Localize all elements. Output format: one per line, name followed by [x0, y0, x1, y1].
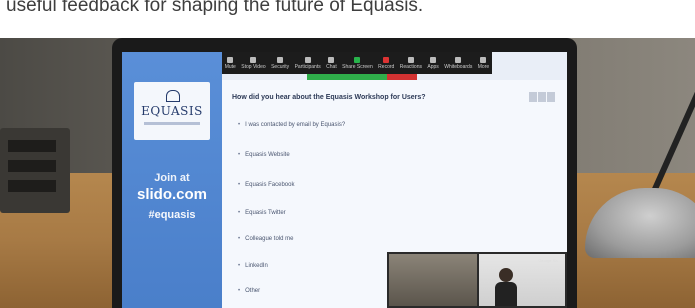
- toolbar-item[interactable]: Reactions: [400, 56, 422, 70]
- poll-control-icon[interactable]: [538, 92, 546, 102]
- equasis-logo: EQUASIS: [134, 82, 210, 140]
- console-slot: [8, 180, 56, 192]
- poll-control-icon[interactable]: [547, 92, 555, 102]
- poll-control-icon[interactable]: [529, 92, 537, 102]
- poll-controls: [529, 92, 555, 102]
- console-slot: [8, 140, 56, 152]
- whiteboard-icon: [455, 56, 462, 63]
- article-caption: useful feedback for shaping the future o…: [0, 0, 695, 38]
- caption-text: useful feedback for shaping the future o…: [6, 0, 424, 16]
- toolbar-item[interactable]: Mute: [225, 56, 236, 70]
- logo-text: EQUASIS: [141, 104, 203, 118]
- shield-icon: [277, 56, 284, 63]
- toolbar-item[interactable]: Record: [378, 56, 394, 70]
- poll-option[interactable]: Equasis Facebook: [238, 182, 294, 188]
- photo: Mute Stop Video Security Participants Ch…: [0, 38, 695, 308]
- share-screen-icon: [354, 56, 361, 63]
- laptop-screen: Mute Stop Video Security Participants Ch…: [122, 52, 567, 308]
- video-thumbnails: George Sa...: [387, 252, 567, 308]
- record-icon: [383, 56, 390, 63]
- toolbar-item[interactable]: Whiteboards: [444, 56, 472, 70]
- chat-icon: [328, 56, 335, 63]
- poll-question: How did you hear about the Equasis Works…: [232, 94, 426, 101]
- logo-arch-icon: [166, 90, 180, 102]
- toolbar-item[interactable]: Share Screen: [342, 56, 373, 70]
- logo-tagline-bar: [144, 122, 200, 125]
- poll-option[interactable]: Other: [238, 288, 260, 294]
- laptop: Mute Stop Video Security Participants Ch…: [112, 38, 577, 308]
- video-icon: [250, 56, 257, 63]
- join-instructions: Join at slido.com #equasis: [122, 172, 222, 221]
- toolbar-item[interactable]: Chat: [326, 56, 337, 70]
- video-participant-person[interactable]: George Sa...: [479, 254, 565, 306]
- join-line-2: slido.com: [136, 186, 207, 203]
- toolbar-item[interactable]: Participants: [295, 56, 321, 70]
- conference-console-left: [0, 128, 70, 213]
- reactions-icon: [407, 56, 414, 63]
- toolbar-item[interactable]: Security: [271, 56, 289, 70]
- people-icon: [304, 56, 311, 63]
- toolbar-item[interactable]: Apps: [427, 56, 439, 70]
- apps-icon: [430, 56, 437, 63]
- poll-option[interactable]: Colleague told me: [238, 236, 293, 242]
- mic-icon: [227, 56, 234, 63]
- poll-option[interactable]: I was contacted by email by Equasis?: [238, 122, 345, 128]
- poll-option[interactable]: LinkedIn: [238, 263, 268, 269]
- join-line-1: Join at: [154, 172, 190, 184]
- participant-head: [499, 268, 513, 282]
- meeting-toolbar: Mute Stop Video Security Participants Ch…: [222, 52, 492, 74]
- participant-name: George Sa...: [538, 258, 561, 263]
- toolbar-item[interactable]: Stop Video: [241, 56, 266, 70]
- toolbar-item[interactable]: More: [478, 56, 489, 70]
- poll-option[interactable]: Equasis Website: [238, 152, 290, 158]
- participant-body: [495, 282, 517, 306]
- slido-sidepanel: EQUASIS Join at slido.com #equasis: [122, 52, 222, 308]
- poll-option[interactable]: Equasis Twitter: [238, 210, 286, 216]
- console-slot: [8, 160, 56, 172]
- video-participant-room[interactable]: [389, 254, 477, 306]
- more-icon: [480, 56, 487, 63]
- join-line-3: #equasis: [148, 209, 196, 221]
